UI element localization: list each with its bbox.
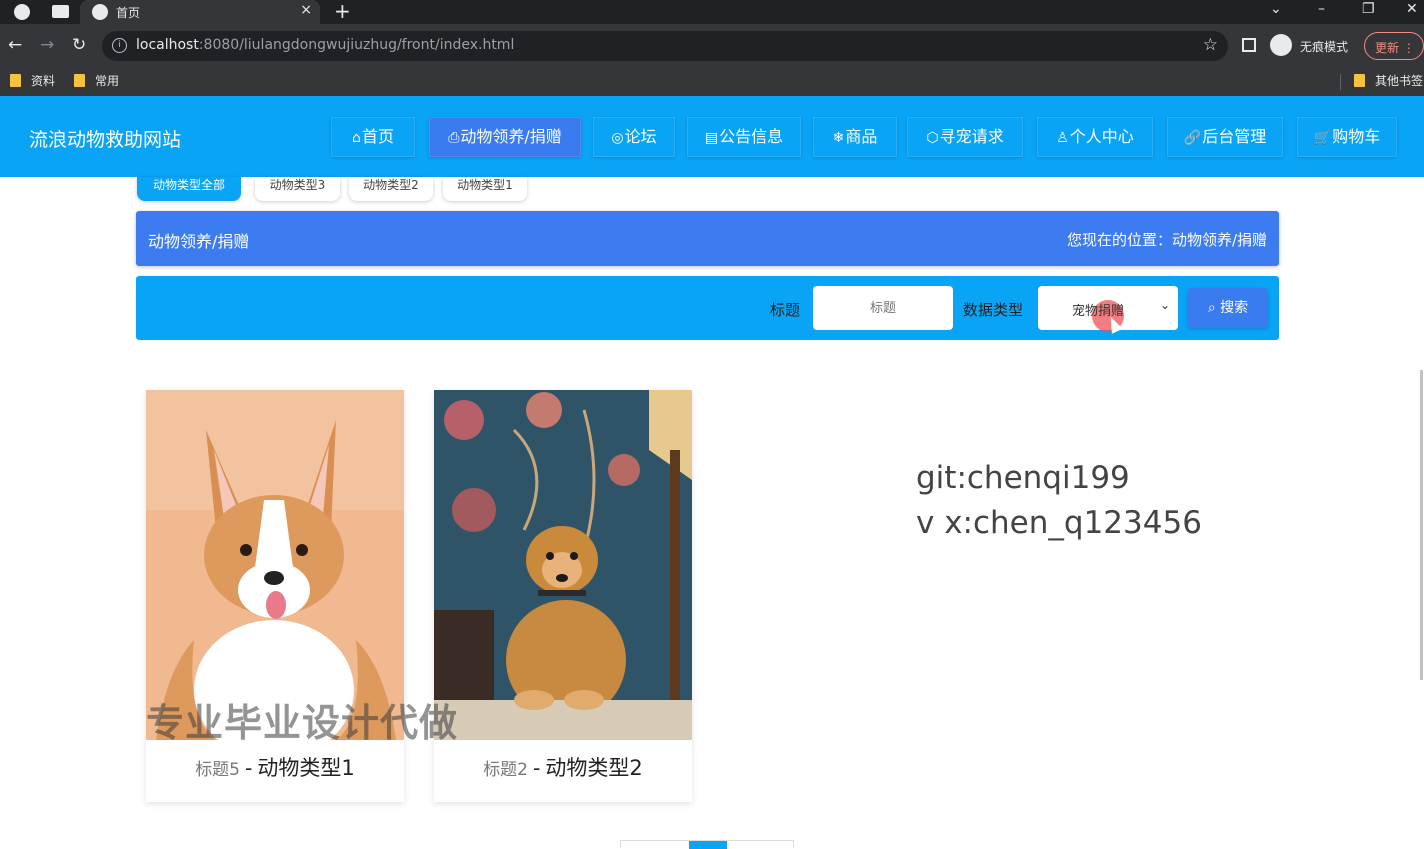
breadcrumb: 您现在的位置：动物领养/捐赠 [1066, 231, 1267, 249]
incognito-icon [1270, 34, 1292, 56]
folder-icon [74, 74, 85, 87]
nav-cart[interactable]: 🛒购物车 [1297, 117, 1397, 157]
tab-search-icon[interactable] [52, 5, 69, 18]
watermark-text: 专业毕业设计代做 [146, 701, 459, 745]
pagination [620, 840, 794, 849]
card-caption: 标题2 - 动物类型2 [434, 752, 692, 782]
browser-tab-bar: 首页 × + ⌄ – ❐ ✕ [0, 0, 1424, 24]
new-tab-icon[interactable]: + [334, 0, 351, 22]
snowflake-icon: ❄ [832, 130, 845, 146]
search-button[interactable]: ⌕ 搜索 [1188, 288, 1268, 328]
bookmark-star-icon[interactable]: ☆ [1203, 35, 1218, 55]
card-separator: - [245, 756, 253, 780]
card-type: 动物类型2 [545, 756, 643, 780]
card-title: 标题5 [195, 760, 241, 780]
tab-title: 首页 [116, 6, 141, 20]
link-icon: 🔗 [1183, 130, 1202, 146]
nav-goods[interactable]: ❄商品 [813, 117, 897, 157]
bookmark-folder[interactable]: 常用 [74, 72, 119, 89]
data-type-select[interactable]: 宠物捐赠 ⌄ [1038, 286, 1178, 334]
search-bar: 标题 数据类型 宠物捐赠 ⌄ ⌕ 搜索 [136, 276, 1279, 340]
restore-icon[interactable]: ❐ [1362, 0, 1375, 18]
site-info-icon[interactable]: i [112, 38, 127, 53]
bookmarks-bar: 资料 常用 其他书签 [0, 68, 1424, 96]
tab-close-icon[interactable]: × [300, 2, 312, 18]
card-type: 动物类型1 [257, 756, 355, 780]
nav-adoption[interactable]: ⎙动物领养/捐赠 [429, 117, 581, 157]
title-search-input[interactable] [813, 286, 953, 330]
nav-admin[interactable]: 🔗后台管理 [1167, 117, 1283, 157]
nav-pet-search[interactable]: ⬡寻宠请求 [907, 117, 1023, 157]
folder-icon [10, 74, 21, 87]
scrollbar-thumb[interactable] [1420, 370, 1423, 680]
category-type2[interactable]: 动物类型2 [349, 177, 433, 201]
window-close-icon[interactable]: ✕ [1406, 0, 1418, 18]
printer-icon: ⎙ [448, 130, 460, 146]
section-title: 动物领养/捐赠 [148, 232, 250, 251]
section-header: 动物领养/捐赠 您现在的位置：动物领养/捐赠 [136, 211, 1279, 266]
site-header: 流浪动物救助网站 ⌂首页 ⎙动物领养/捐赠 ◎论坛 ▤公告信息 ❄商品 ⬡寻宠请… [0, 96, 1424, 177]
title-label: 标题 [770, 301, 801, 319]
globe-icon [92, 4, 108, 20]
cart-icon: 🛒 [1313, 130, 1332, 146]
chevron-down-icon: ⌄ [1159, 298, 1170, 312]
calendar-icon: ▤ [704, 130, 719, 146]
contact-git: git:chenqi199 [916, 460, 1130, 496]
bookmark-folder[interactable]: 资料 [10, 72, 55, 89]
card-title: 标题2 [483, 760, 529, 780]
forum-icon: ◎ [611, 130, 624, 146]
dog-photo[interactable] [434, 390, 692, 740]
minimize-icon[interactable]: – [1318, 0, 1325, 18]
incognito-label: 无痕模式 [1300, 40, 1349, 54]
corgi-photo[interactable] [146, 390, 404, 740]
home-icon: ⌂ [352, 130, 361, 146]
cube-icon: ⬡ [926, 130, 939, 146]
card-caption: 标题5 - 动物类型1 [146, 752, 404, 782]
bookmark-folder-other[interactable]: 其他书签 [1354, 72, 1423, 89]
card-separator: - [533, 756, 541, 780]
tab-list-chevron-icon[interactable]: ⌄ [1270, 0, 1282, 18]
forward-icon[interactable]: → [40, 35, 54, 55]
search-icon: ⌕ [1207, 300, 1216, 316]
reload-icon[interactable]: ↻ [72, 35, 86, 55]
nav-personal-center[interactable]: ♙个人中心 [1037, 117, 1153, 157]
user-icon: ♙ [1056, 130, 1069, 146]
browser-tab-active[interactable]: 首页 × [80, 0, 320, 24]
nav-announcements[interactable]: ▤公告信息 [687, 117, 801, 157]
side-panel-icon[interactable] [1242, 38, 1256, 52]
category-type1[interactable]: 动物类型1 [443, 177, 527, 201]
type-label: 数据类型 [963, 301, 1024, 319]
site-title: 流浪动物救助网站 [29, 129, 182, 151]
category-type3[interactable]: 动物类型3 [255, 177, 340, 201]
nav-forum[interactable]: ◎论坛 [593, 117, 675, 157]
contact-wx: v x:chen_q123456 [916, 505, 1202, 541]
animal-card[interactable]: 标题2 - 动物类型2 [434, 390, 692, 802]
url-text: localhost:8080/liulangdongwujiuzhug/fron… [136, 37, 515, 53]
contact-note: git:chenqi199 v x:chen_q123456 [916, 456, 1202, 546]
bookmarks-divider [1340, 74, 1341, 90]
address-bar[interactable]: i localhost:8080/liulangdongwujiuzhug/fr… [102, 31, 1228, 61]
category-all[interactable]: 动物类型全部 [137, 177, 241, 201]
folder-icon [1354, 74, 1365, 87]
browser-menu-icon[interactable] [14, 4, 30, 20]
browser-toolbar: ← → ↻ i localhost:8080/liulangdongwujiuz… [0, 24, 1424, 68]
back-icon[interactable]: ← [8, 35, 22, 55]
update-button[interactable]: 更新 ⋮ [1364, 32, 1424, 60]
nav-home[interactable]: ⌂首页 [331, 117, 415, 157]
